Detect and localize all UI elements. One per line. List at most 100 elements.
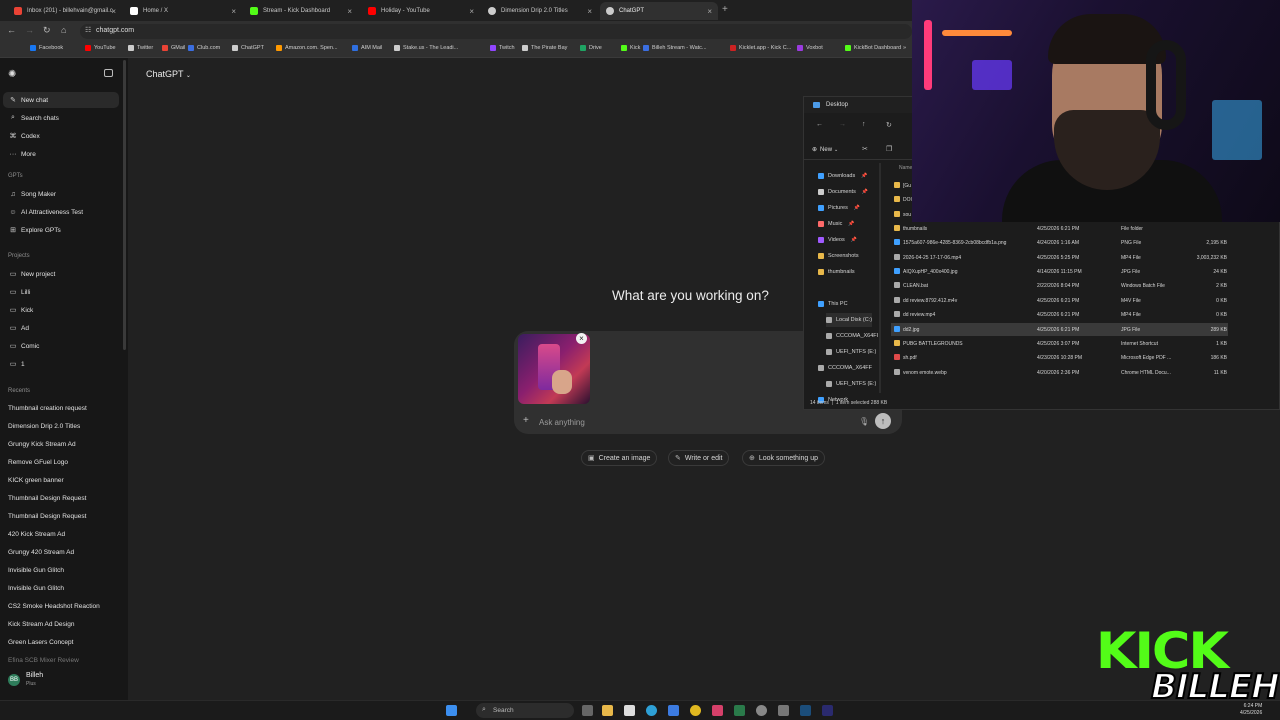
browser-tab[interactable]: Holiday - YouTube ×: [362, 2, 480, 20]
close-tab-icon[interactable]: ×: [707, 7, 712, 16]
file-row[interactable]: dd review.mp4 4/25/2026 6:21 PM MP4 File 0 …: [891, 308, 1228, 321]
browser-tab[interactable]: Dimension Drip 2.0 Titles ×: [482, 2, 598, 20]
recent-chat-item[interactable]: Invisible Gun Glitch: [3, 580, 119, 596]
bookmark-item[interactable]: Stake.us - The Leadi...: [394, 45, 458, 51]
browser-tab-active[interactable]: ChatGPT ×: [600, 2, 718, 20]
app-icon[interactable]: [778, 705, 789, 716]
close-tab-icon[interactable]: ×: [347, 7, 352, 16]
recent-chat-item[interactable]: Kick Stream Ad Design: [3, 616, 119, 632]
settings-icon[interactable]: [756, 705, 767, 716]
bookmark-item[interactable]: Voxbot: [797, 45, 823, 51]
model-selector[interactable]: ChatGPT ⌄: [146, 69, 191, 79]
attached-image-thumbnail[interactable]: [518, 334, 590, 404]
copy-icon[interactable]: ❐: [886, 145, 892, 153]
nav-pane-item[interactable]: CCCOMA_X64FI: [826, 329, 878, 343]
file-row[interactable]: AIQXupHP_400x400.jpg 4/14/2026 11:15 PM JP…: [891, 265, 1228, 278]
nav-pane-item[interactable]: UEFI_NTFS (E:): [826, 345, 876, 359]
bookmark-item[interactable]: GMail: [162, 45, 185, 51]
new-tab-icon[interactable]: +: [722, 4, 728, 15]
remove-attachment-button[interactable]: ×: [576, 333, 587, 344]
nav-pane-item[interactable]: This PC: [818, 297, 848, 311]
site-info-icon[interactable]: ☷: [85, 26, 91, 34]
task-view-icon[interactable]: [582, 705, 593, 716]
recent-chat-item[interactable]: Grungy Kick Stream Ad: [3, 436, 119, 452]
bookmark-item[interactable]: ChatGPT: [232, 45, 264, 51]
bookmarks-overflow-icon[interactable]: »: [903, 45, 906, 51]
up-icon[interactable]: ↑: [862, 121, 866, 128]
address-bar[interactable]: ☷ chatgpt.com: [80, 24, 912, 39]
recent-chat-item[interactable]: Thumbnail Design Request: [3, 508, 119, 524]
nav-pane-item[interactable]: Music 📌: [818, 217, 855, 231]
nav-pane-item[interactable]: Documents 📌: [818, 185, 868, 199]
refresh-icon[interactable]: ↻: [886, 121, 892, 129]
file-row[interactable]: PUBG BATTLEGROUNDS 4/25/2026 3:07 PM Inter…: [891, 337, 1228, 350]
close-tab-icon[interactable]: ×: [111, 7, 116, 16]
nav-pane-item[interactable]: Screenshots: [818, 249, 859, 263]
new-item-button[interactable]: ⊕ New ⌄: [812, 146, 838, 154]
file-row[interactable]: sh.pdf 4/23/2026 10:28 PM Microsoft Edge P…: [891, 351, 1228, 364]
project-item[interactable]: ▭ 1: [3, 356, 119, 372]
avatar[interactable]: BB: [8, 674, 20, 686]
forward-icon[interactable]: →: [839, 121, 846, 128]
look-something-up-chip[interactable]: ⊕ Look something up: [742, 450, 826, 466]
new-project-button[interactable]: ▭ New project: [3, 266, 119, 282]
mail-icon[interactable]: [668, 705, 679, 716]
bookmark-item[interactable]: Kicklet.app - Kick C...: [730, 45, 791, 51]
recent-chat-item[interactable]: Thumbnail creation request: [3, 400, 119, 416]
close-tab-icon[interactable]: ×: [469, 7, 474, 16]
bookmark-item[interactable]: Kick: [621, 45, 640, 51]
write-edit-chip[interactable]: ✎ Write or edit: [668, 450, 730, 466]
nav-pane-item[interactable]: CCCOMA_X64FF: [818, 361, 872, 375]
bookmark-item[interactable]: Facebook: [30, 45, 63, 51]
nav-pane-item[interactable]: Downloads 📌: [818, 169, 867, 183]
bookmark-item[interactable]: Drive: [580, 45, 602, 51]
close-tab-icon[interactable]: ×: [587, 7, 592, 16]
nav-scrollbar[interactable]: [879, 163, 881, 393]
windows-start-icon[interactable]: [446, 705, 457, 716]
steam-icon[interactable]: [800, 705, 811, 716]
excel-icon[interactable]: [734, 705, 745, 716]
capture-app-icon[interactable]: [712, 705, 723, 716]
recent-chat-item[interactable]: Remove GFuel Logo: [3, 454, 119, 470]
home-icon[interactable]: ⌂: [61, 25, 66, 35]
new-chat-button[interactable]: ✎ New chat: [3, 92, 119, 108]
codex-button[interactable]: ⌘ Codex: [3, 128, 119, 144]
recent-chat-item[interactable]: Green Lasers Concept: [3, 634, 119, 650]
cut-icon[interactable]: ✂: [862, 145, 868, 153]
file-row[interactable]: CLEAN.bat 2/22/2026 8:04 PM Windows Batch …: [891, 279, 1228, 292]
forward-icon[interactable]: →: [25, 25, 34, 35]
browser-tab[interactable]: Home / X ×: [124, 2, 242, 20]
reload-icon[interactable]: ↻: [43, 25, 51, 36]
back-icon[interactable]: ←: [7, 25, 16, 35]
recent-chat-item[interactable]: CS2 Smoke Headshot Reaction: [3, 598, 119, 614]
file-row[interactable]: thumbnails 4/25/2026 6:21 PM File folder: [891, 222, 1228, 235]
file-row[interactable]: 1575a607-986e-4285-8369-2cb08bcdfb1a.png…: [891, 236, 1228, 249]
premiere-icon[interactable]: [822, 705, 833, 716]
nav-pane-item[interactable]: UEFI_NTFS (E:): [826, 377, 876, 391]
project-item[interactable]: ▭ Kick: [3, 302, 119, 318]
taskbar-search[interactable]: ⌕ Search: [476, 703, 574, 718]
openai-logo-icon[interactable]: ✺: [8, 69, 16, 80]
project-item[interactable]: ▭ Ad: [3, 320, 119, 336]
browser-tab[interactable]: Stream - Kick Dashboard ×: [244, 2, 358, 20]
bookmark-item[interactable]: KickBot Dashboard: [845, 45, 901, 51]
close-tab-icon[interactable]: ×: [231, 7, 236, 16]
url-text[interactable]: chatgpt.com: [96, 27, 134, 34]
nav-pane-item[interactable]: Local Disk (C:): [826, 313, 873, 327]
back-icon[interactable]: ←: [816, 121, 823, 128]
file-row[interactable]: 2026-04-25 17-17-06.mp4 4/25/2026 5:25 PM…: [891, 251, 1228, 264]
recent-chat-item[interactable]: Thumbnail Design Request: [3, 490, 119, 506]
bookmark-item[interactable]: YouTube: [85, 45, 116, 51]
bookmark-item[interactable]: Twitter: [128, 45, 153, 51]
bookmark-item[interactable]: AIM Mail: [352, 45, 382, 51]
search-chats-button[interactable]: ⌕ Search chats: [3, 110, 119, 126]
recent-chat-item[interactable]: 420 Kick Stream Ad: [3, 526, 119, 542]
bookmark-item[interactable]: Club.com: [188, 45, 220, 51]
recent-chat-item[interactable]: Efina SCB Mixer Review: [3, 652, 119, 668]
column-header-name[interactable]: Name: [899, 165, 912, 171]
browser-tab[interactable]: Inbox (201) - billehvain@gmail.c ×: [8, 2, 122, 20]
add-attachment-icon[interactable]: +: [523, 415, 529, 426]
recent-chat-item[interactable]: Grungy 420 Stream Ad: [3, 544, 119, 560]
send-button[interactable]: ↑: [875, 413, 891, 429]
bookmark-item[interactable]: Amazon.com. Spen...: [276, 45, 338, 51]
